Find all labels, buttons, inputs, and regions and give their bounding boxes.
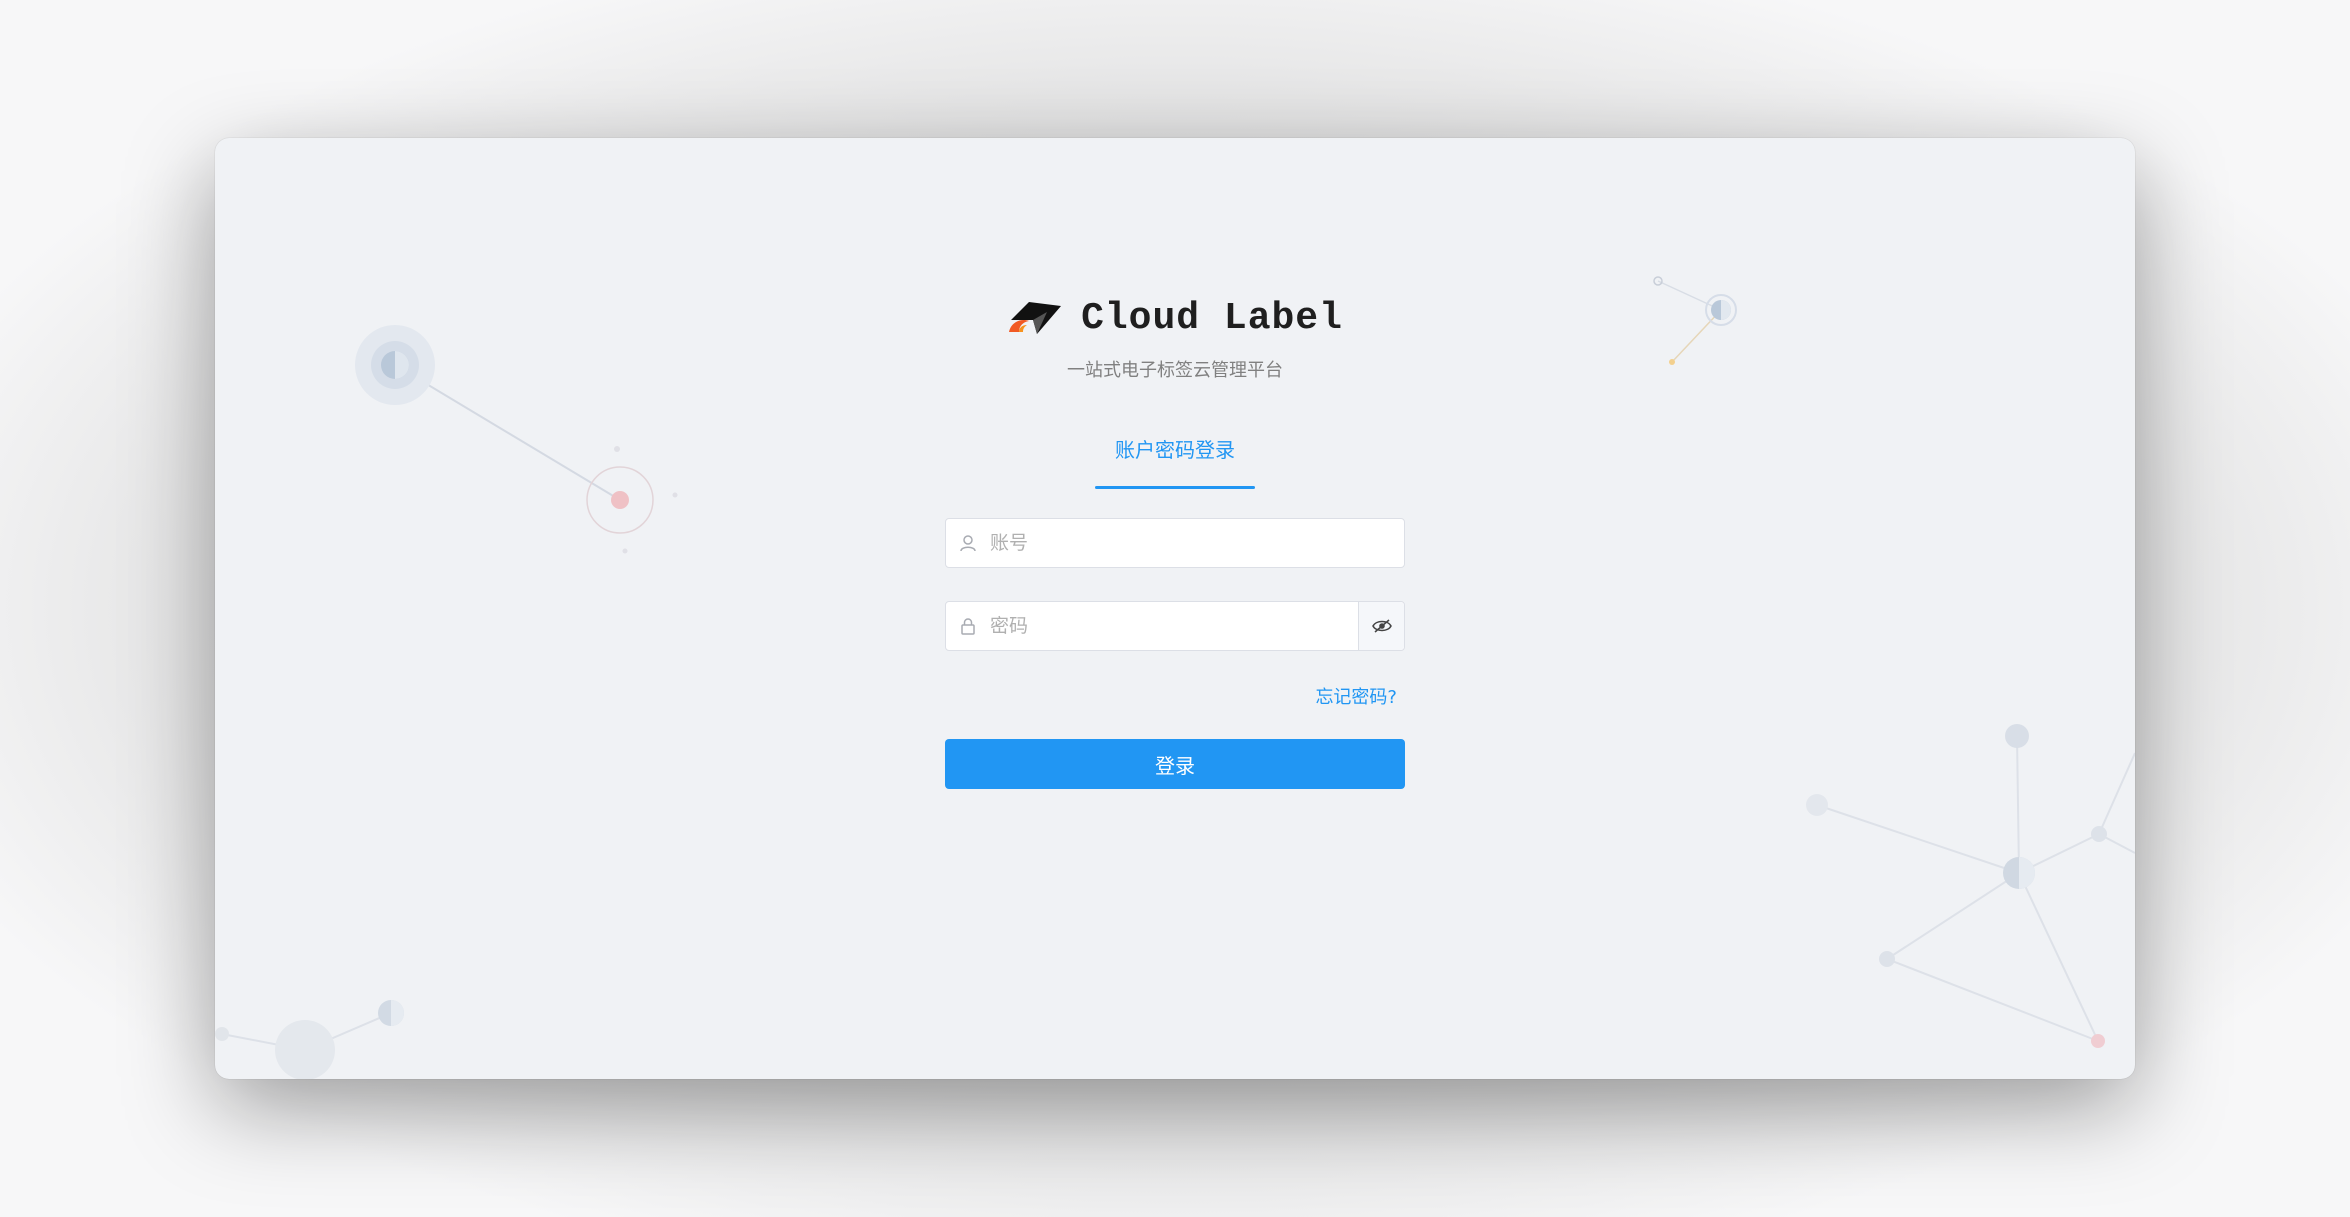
login-window: Cloud Label 一站式电子标签云管理平台 账户密码登录 账号 忘记密码?…	[215, 138, 2135, 1079]
app-subtitle: 一站式电子标签云管理平台	[1067, 360, 1283, 381]
forgot-password-link[interactable]: 忘记密码?	[1235, 683, 1397, 709]
active-tab-indicator	[1095, 486, 1255, 489]
desktop-backdrop: Cloud Label 一站式电子标签云管理平台 账户密码登录 账号 忘记密码?…	[0, 0, 2350, 1217]
brand-header: Cloud Label	[215, 288, 2135, 348]
account-field	[945, 518, 1405, 568]
password-field	[945, 601, 1405, 651]
eye-toggle-icon	[1371, 619, 1392, 633]
account-input[interactable]	[990, 519, 1404, 567]
login-button[interactable]: 登录	[945, 739, 1405, 789]
tab-account-password-login[interactable]: 账户密码登录	[1095, 436, 1255, 476]
lock-icon	[946, 602, 990, 650]
app-name: Cloud Label	[1081, 296, 1343, 340]
bird-logo-icon	[1009, 302, 1062, 334]
password-visibility-toggle[interactable]	[1358, 602, 1404, 650]
user-icon	[946, 519, 990, 567]
password-input[interactable]	[990, 602, 1358, 650]
